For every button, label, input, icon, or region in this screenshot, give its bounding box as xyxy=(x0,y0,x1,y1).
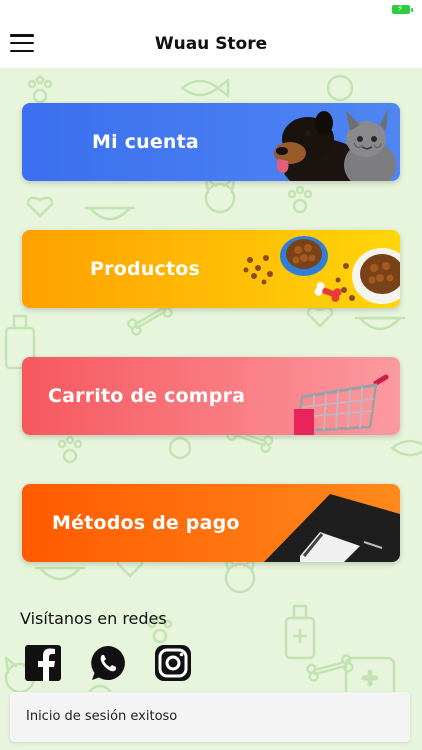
pet-food-bowls-image xyxy=(243,236,400,304)
facebook-icon[interactable] xyxy=(24,644,62,682)
menu-card-label: Productos xyxy=(90,258,200,280)
dog-and-cat-image xyxy=(274,109,396,181)
instagram-icon[interactable] xyxy=(154,644,192,682)
menu-card-products[interactable]: Productos xyxy=(22,230,400,308)
battery-icon: ⚡ xyxy=(392,4,413,14)
snackbar-message: Inicio de sesión exitoso xyxy=(26,709,178,724)
menu-card-label: Métodos de pago xyxy=(52,512,240,534)
hamburger-menu-icon[interactable] xyxy=(10,34,34,52)
shopping-cart-image xyxy=(294,374,389,435)
main-content: Mi cuenta Productos Carrito de compra Mé… xyxy=(0,68,422,750)
menu-card-payment[interactable]: Métodos de pago xyxy=(22,484,400,562)
whatsapp-icon[interactable] xyxy=(89,644,127,682)
snackbar: Inicio de sesión exitoso xyxy=(10,692,410,742)
payment-card-image xyxy=(264,494,400,562)
menu-card-label: Carrito de compra xyxy=(48,385,246,407)
menu-card-label: Mi cuenta xyxy=(92,131,199,153)
status-bar: ⚡ xyxy=(0,0,422,20)
app-bar: Wuau Store xyxy=(0,20,422,68)
menu-card-cart[interactable]: Carrito de compra xyxy=(22,357,400,435)
social-section-title: Visítanos en redes xyxy=(20,609,167,628)
menu-card-account[interactable]: Mi cuenta xyxy=(22,103,400,181)
app-title: Wuau Store xyxy=(154,34,268,54)
